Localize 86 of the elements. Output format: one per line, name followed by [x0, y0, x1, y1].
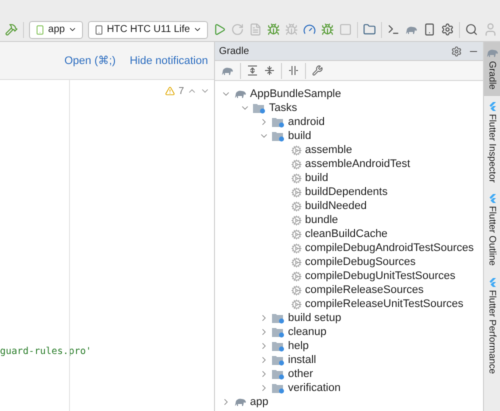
task-folder-icon [272, 382, 285, 394]
gear-icon [291, 228, 302, 240]
tree-item[interactable]: help [288, 340, 309, 352]
gradle-elephant-icon [486, 48, 498, 58]
collapse-all-icon[interactable] [264, 65, 275, 76]
side-tab[interactable]: Gradle [484, 42, 500, 96]
rerun-icon[interactable] [231, 23, 244, 36]
caret-icon [68, 25, 77, 34]
task-folder-icon [272, 326, 285, 338]
tree-item[interactable]: build [305, 172, 328, 184]
gear-icon [291, 270, 302, 282]
flutter-icon [488, 278, 496, 287]
gradle-elephant-icon [234, 89, 247, 99]
caret-icon [193, 25, 202, 34]
tree-item[interactable]: compileReleaseSources [305, 284, 424, 296]
task-folder-icon [272, 368, 285, 380]
warning-count: 7 [178, 86, 184, 96]
panel-title: Gradle [219, 46, 250, 56]
tree-item[interactable]: compileDebugSources [305, 256, 416, 268]
tree-item[interactable]: android [288, 116, 325, 128]
tree-item[interactable]: compileDebugAndroidTestSources [305, 242, 474, 254]
side-tab[interactable]: Flutter Outline [484, 188, 500, 272]
flutter-icon [488, 194, 496, 204]
tree-item[interactable]: bundle [305, 214, 338, 226]
gear-icon [291, 284, 302, 296]
gradle-elephant-icon [234, 397, 247, 407]
task-folder-icon [272, 312, 285, 324]
debug-icon[interactable] [321, 23, 334, 36]
tree-item[interactable]: build setup [288, 312, 342, 324]
settings-icon[interactable] [451, 46, 462, 56]
run-config-dropdown[interactable]: app [29, 20, 83, 38]
hammer-icon[interactable] [5, 23, 18, 36]
attach-bug-icon[interactable] [285, 23, 298, 36]
gear-icon [291, 158, 302, 170]
tree-item[interactable]: buildNeeded [305, 200, 367, 212]
tree-item[interactable]: assemble [305, 144, 352, 156]
terminal-icon[interactable] [387, 23, 400, 36]
gear-icon [291, 298, 302, 310]
expand-all-icon[interactable] [247, 65, 258, 76]
tree-item[interactable]: assembleAndroidTest [305, 158, 410, 170]
task-folder-icon [272, 340, 285, 352]
tree-item[interactable]: cleanup [288, 326, 327, 338]
account-icon[interactable] [483, 22, 498, 37]
toggle-offline-icon[interactable] [288, 65, 299, 76]
tree-item[interactable]: compileDebugUnitTestSources [305, 270, 456, 282]
play-icon[interactable] [213, 23, 226, 36]
tree-item[interactable]: verification [288, 382, 341, 394]
tree-item[interactable]: cleanBuildCache [305, 228, 388, 240]
gear-icon [291, 200, 302, 212]
task-folder-icon [272, 130, 285, 142]
tree-item[interactable]: app [250, 396, 268, 408]
wrench-icon[interactable] [312, 65, 323, 76]
tree-item[interactable]: other [288, 368, 314, 380]
stop-icon[interactable] [339, 23, 352, 36]
phone-icon [94, 24, 104, 34]
gear-icon [291, 242, 302, 254]
gear-icon [291, 256, 302, 268]
task-folder-icon [272, 116, 285, 128]
flutter-icon [488, 102, 496, 111]
gauge-icon[interactable] [303, 23, 316, 36]
tree-item[interactable]: install [288, 354, 316, 366]
task-folder-icon [272, 354, 285, 366]
gear-icon [291, 214, 302, 226]
bug-icon[interactable] [267, 23, 280, 36]
side-tab[interactable]: Flutter Performance [484, 272, 500, 380]
document-icon[interactable] [249, 23, 262, 36]
tree-item[interactable]: build [288, 130, 312, 142]
search-icon[interactable] [465, 23, 478, 36]
folder-icon[interactable] [363, 23, 376, 36]
tree-item[interactable]: AppBundleSample [250, 88, 342, 100]
device-dropdown[interactable]: HTC HTC U11 Life [88, 20, 208, 38]
notification-link[interactable]: Open (⌘;) [64, 54, 116, 67]
tree-item[interactable]: Tasks [269, 102, 298, 114]
tree-item[interactable]: buildDependents [305, 186, 388, 198]
code-line: guard-rules.pro' [0, 346, 93, 357]
side-tab[interactable]: Flutter Inspector [484, 96, 500, 188]
sync-elephant-icon[interactable] [405, 24, 418, 34]
gear-icon [291, 186, 302, 198]
task-folder-icon [253, 102, 266, 114]
gear-icon [291, 144, 302, 156]
notification-link[interactable]: Hide notification [130, 54, 208, 66]
phone-icon [35, 24, 46, 34]
refresh-elephant-icon[interactable] [221, 66, 234, 76]
warning-icon[interactable] [165, 86, 176, 96]
gear-icon [291, 172, 302, 184]
tree-item[interactable]: compileReleaseUnitTestSources [305, 298, 464, 310]
